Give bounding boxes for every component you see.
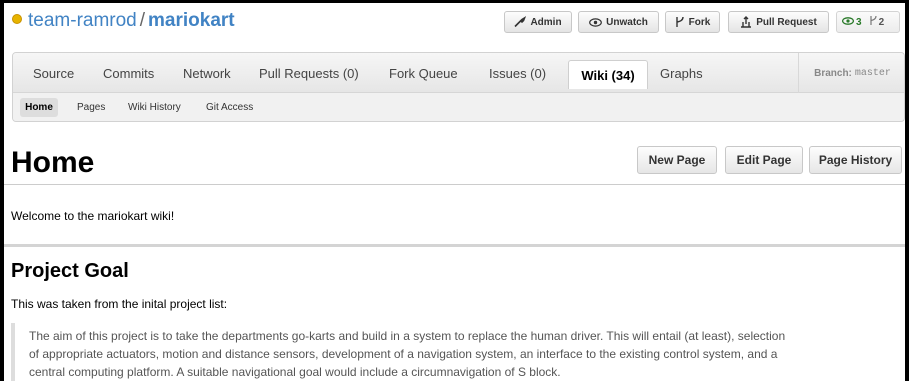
repo-separator: / bbox=[139, 10, 146, 31]
subnav-home[interactable]: Home bbox=[20, 98, 58, 117]
unwatch-label: Unwatch bbox=[606, 16, 648, 28]
page-history-button[interactable]: Page History bbox=[809, 146, 902, 174]
owner-avatar-icon bbox=[12, 14, 22, 24]
tab-fork-queue[interactable]: Fork Queue bbox=[389, 66, 458, 81]
intro-text: This was taken from the inital project l… bbox=[11, 297, 228, 311]
wiki-subnav: Home Pages Wiki History Git Access bbox=[13, 93, 904, 121]
watchers-stat[interactable]: 3 bbox=[841, 16, 862, 28]
pull-request-label: Pull Request bbox=[756, 16, 817, 28]
repo-header: team-ramrod / mariokart Admin Unwatch Fork bbox=[4, 3, 905, 43]
branch-label: Branch: bbox=[814, 67, 852, 79]
welcome-text: Welcome to the mariokart wiki! bbox=[11, 209, 175, 223]
title-divider bbox=[4, 184, 905, 185]
subnav-pages[interactable]: Pages bbox=[77, 102, 105, 113]
fork-label: Fork bbox=[688, 16, 711, 28]
tab-bar: Source Commits Network Pull Requests (0)… bbox=[13, 53, 904, 93]
tab-pull-requests[interactable]: Pull Requests (0) bbox=[259, 66, 359, 81]
tab-issues[interactable]: Issues (0) bbox=[489, 66, 546, 81]
quote-line: The aim of this project is to take the d… bbox=[29, 329, 786, 343]
tab-network[interactable]: Network bbox=[183, 66, 231, 81]
tab-wiki[interactable]: Wiki (34) bbox=[568, 60, 648, 89]
quote-line: of appropriate actuators, motion and dis… bbox=[29, 347, 778, 361]
tab-graphs[interactable]: Graphs bbox=[660, 66, 703, 81]
wrench-icon bbox=[514, 16, 527, 28]
fork-icon bbox=[869, 15, 877, 29]
forks-count: 2 bbox=[878, 16, 885, 28]
tab-commits[interactable]: Commits bbox=[103, 66, 154, 81]
repo-title: team-ramrod / mariokart bbox=[12, 10, 235, 32]
branch-value: master bbox=[854, 67, 891, 79]
blockquote: The aim of this project is to take the d… bbox=[11, 323, 901, 381]
pull-request-icon bbox=[740, 16, 752, 28]
repo-nav: Source Commits Network Pull Requests (0)… bbox=[12, 52, 905, 122]
subnav-wiki-history[interactable]: Wiki History bbox=[128, 102, 181, 113]
repo-link[interactable]: mariokart bbox=[148, 10, 235, 31]
eye-icon bbox=[841, 16, 855, 28]
quote-line: central computing platform. A suitable n… bbox=[29, 365, 561, 379]
section-divider bbox=[4, 244, 905, 247]
tab-source[interactable]: Source bbox=[33, 66, 74, 81]
eye-icon bbox=[589, 17, 603, 27]
section-heading: Project Goal bbox=[11, 260, 129, 282]
new-page-button[interactable]: New Page bbox=[637, 146, 717, 174]
watchers-count: 3 bbox=[856, 16, 862, 28]
owner-link[interactable]: team-ramrod bbox=[28, 10, 137, 31]
subnav-git-access[interactable]: Git Access bbox=[206, 102, 253, 113]
edit-page-button[interactable]: Edit Page bbox=[725, 146, 803, 174]
admin-label: Admin bbox=[530, 16, 562, 28]
browser-viewport: team-ramrod / mariokart Admin Unwatch Fork bbox=[4, 3, 905, 381]
admin-button[interactable]: Admin bbox=[504, 11, 572, 33]
branch-selector[interactable]: Branch: master bbox=[798, 53, 904, 93]
forks-stat[interactable]: 2 bbox=[869, 15, 885, 29]
pull-request-button[interactable]: Pull Request bbox=[728, 11, 829, 33]
page-title: Home bbox=[11, 146, 95, 179]
fork-button[interactable]: Fork bbox=[665, 11, 720, 33]
fork-icon bbox=[675, 16, 685, 28]
repo-stats: 3 2 bbox=[836, 11, 900, 33]
unwatch-button[interactable]: Unwatch bbox=[578, 11, 659, 33]
